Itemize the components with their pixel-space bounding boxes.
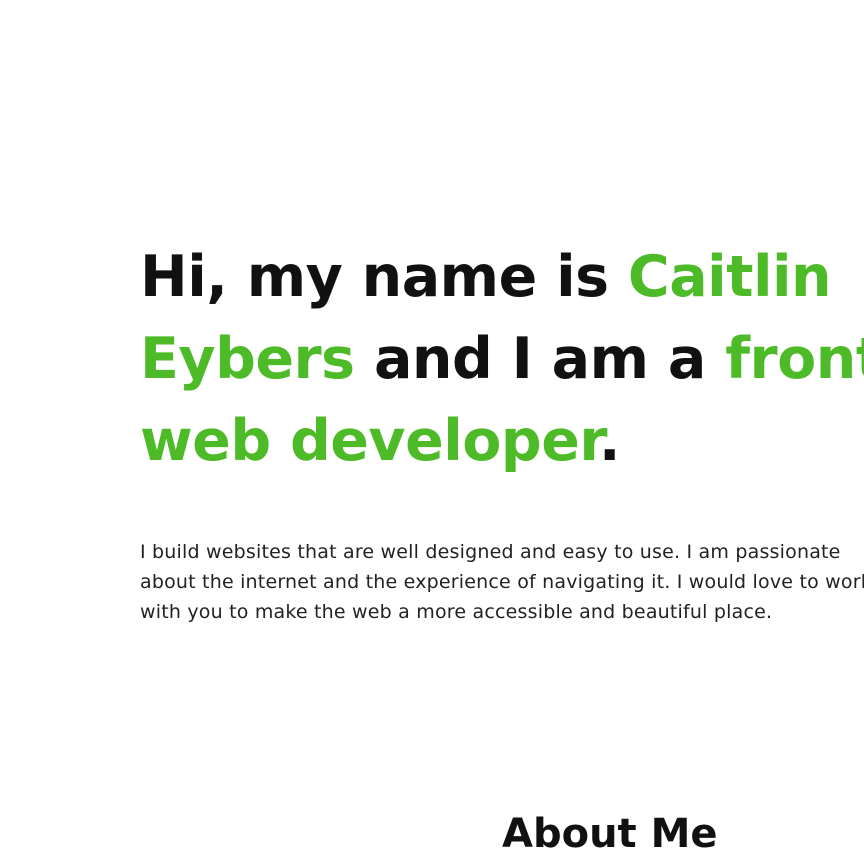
first-name: Caitlin (627, 244, 832, 310)
hero-line-1: Hi, my name is Caitlin (140, 236, 864, 318)
hero-heading: Hi, my name is Caitlin Eybers and I am a… (140, 236, 864, 482)
intro-paragraph: I build websites that are well designed … (140, 537, 864, 627)
intro-line-1: I build websites that are well designed … (140, 541, 841, 563)
last-name: Eybers (140, 326, 355, 392)
role-start: front-end (725, 326, 864, 392)
period: . (598, 408, 621, 474)
hero-line-3: web developer. (140, 400, 864, 482)
hero-line-2: Eybers and I am a front-end (140, 318, 864, 400)
role-end: web developer (140, 408, 599, 474)
greeting-text: Hi, my name is (140, 244, 628, 310)
intro-line-2: about the internet and the experience of… (140, 571, 864, 593)
intro-line-3: with you to make the web a more accessib… (140, 601, 773, 623)
about-me-heading: About Me (502, 811, 718, 857)
connector-text: and I am a (354, 326, 726, 392)
